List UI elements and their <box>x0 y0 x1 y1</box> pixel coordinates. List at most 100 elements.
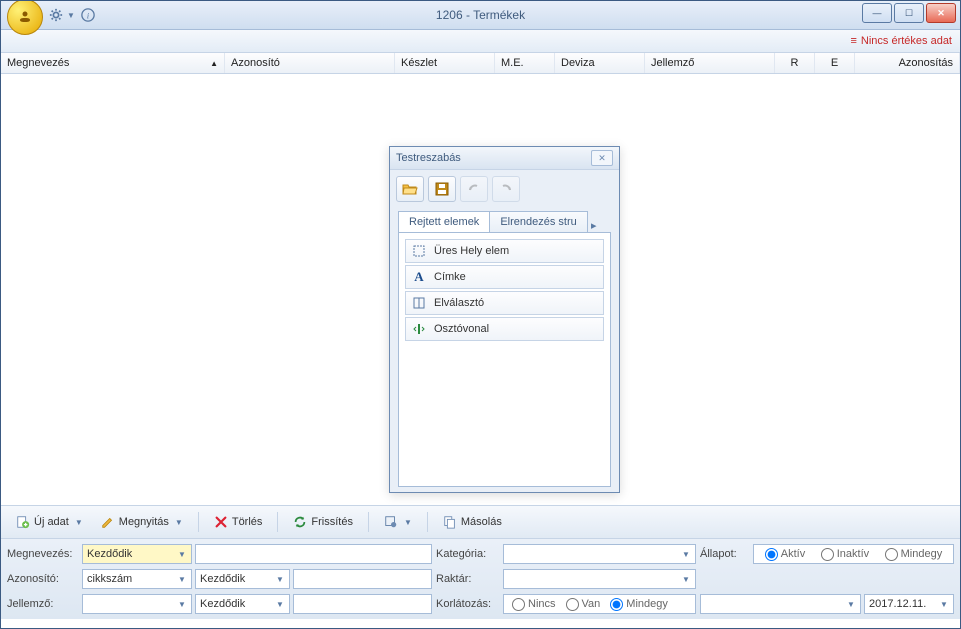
separator <box>368 512 369 532</box>
col-r[interactable]: R <box>775 53 815 73</box>
jellemzo-mode-combo[interactable]: Kezdődik▼ <box>195 594 290 614</box>
dialog-close-button[interactable]: ✕ <box>591 150 613 166</box>
col-jellemzo[interactable]: Jellemző <box>645 53 775 73</box>
separator-icon <box>412 296 426 310</box>
megnevezes-label: Megnevezés: <box>7 548 79 560</box>
chevron-down-icon: ▼ <box>844 597 858 611</box>
tools-icon <box>384 515 398 529</box>
save-button[interactable] <box>428 176 456 202</box>
new-button[interactable]: Új adat ▼ <box>9 511 90 533</box>
allapot-inaktiv-radio[interactable]: Inaktív <box>821 548 869 561</box>
dialog-body: Üres Hely elem A Címke Elválasztó Osztóv… <box>398 232 611 487</box>
azonosito-mode-combo[interactable]: Kezdődik▼ <box>195 569 290 589</box>
extra-combo[interactable]: ▼ <box>700 594 861 614</box>
window-title: 1206 - Termékek <box>1 8 960 22</box>
azonosito-value-input[interactable] <box>293 569 432 589</box>
action-toolbar: Új adat ▼ Megnyitás ▼ Törlés Frissítés ▼… <box>1 505 960 539</box>
open-button[interactable]: Megnyitás ▼ <box>94 511 190 533</box>
hidden-item-separator[interactable]: Elválasztó <box>405 291 604 315</box>
svg-text:i: i <box>87 11 90 21</box>
col-me[interactable]: M.E. <box>495 53 555 73</box>
chevron-down-icon: ▼ <box>175 572 189 586</box>
tab-layout-tree[interactable]: Elrendezés stru <box>489 211 587 232</box>
chevron-down-icon: ▼ <box>175 518 183 527</box>
chevron-down-icon: ▼ <box>937 597 951 611</box>
refresh-button[interactable]: Frissítés <box>286 511 360 533</box>
allapot-aktiv-radio[interactable]: Aktív <box>765 548 805 561</box>
filter-panel: Megnevezés: Kezdődik▼ Azonosító: cikkszá… <box>1 539 960 619</box>
save-icon <box>435 182 449 196</box>
col-megnevezes[interactable]: Megnevezés▲ <box>1 53 225 73</box>
chevron-down-icon: ▼ <box>679 572 693 586</box>
copy-button[interactable]: Másolás <box>436 511 509 533</box>
raktar-combo[interactable]: ▼ <box>503 569 696 589</box>
hidden-item-empty[interactable]: Üres Hely elem <box>405 239 604 263</box>
main-window: ▼ i 1206 - Termékek — ☐ ✕ ≡ Nincs értéke… <box>0 0 961 629</box>
col-deviza[interactable]: Deviza <box>555 53 645 73</box>
raktar-label: Raktár: <box>436 573 500 585</box>
kategoria-label: Kategória: <box>436 548 500 560</box>
kategoria-combo[interactable]: ▼ <box>503 544 696 564</box>
tab-scroll-right[interactable]: ▸ <box>587 219 601 232</box>
label-icon: A <box>412 270 426 284</box>
delete-button[interactable]: Törlés <box>207 511 270 533</box>
gear-icon <box>49 8 63 22</box>
col-azonositas[interactable]: Azonosítás <box>855 53 960 73</box>
redo-icon <box>499 182 513 196</box>
minimize-button[interactable]: — <box>862 3 892 23</box>
megnevezes-mode-combo[interactable]: Kezdődik▼ <box>82 544 192 564</box>
dialog-toolbar <box>390 170 619 208</box>
customize-dialog: Testreszabás ✕ Rejtett elemek Elrendezés… <box>389 146 620 493</box>
tab-hidden-items[interactable]: Rejtett elemek <box>398 211 490 232</box>
col-e[interactable]: E <box>815 53 855 73</box>
korlatozas-label: Korlátozás: <box>436 598 500 610</box>
chevron-down-icon: ▼ <box>679 547 693 561</box>
col-azonosito[interactable]: Azonosító <box>225 53 395 73</box>
allapot-mindegy-radio[interactable]: Mindegy <box>885 548 943 561</box>
dialog-tabs: Rejtett elemek Elrendezés stru ▸ <box>390 208 619 232</box>
open-folder-button[interactable] <box>396 176 424 202</box>
jellemzo-label: Jellemző: <box>7 598 79 610</box>
hidden-item-label[interactable]: A Címke <box>405 265 604 289</box>
dialog-title: Testreszabás <box>396 152 461 164</box>
hidden-item-splitter[interactable]: Osztóvonal <box>405 317 604 341</box>
delete-icon <box>214 515 228 529</box>
dialog-titlebar[interactable]: Testreszabás ✕ <box>390 147 619 170</box>
copy-icon <box>443 515 457 529</box>
settings-dropdown[interactable]: ▼ <box>49 8 75 22</box>
chevron-down-icon: ▼ <box>75 518 83 527</box>
close-button[interactable]: ✕ <box>926 3 956 23</box>
separator <box>427 512 428 532</box>
folder-open-icon <box>402 182 418 196</box>
sort-asc-icon: ▲ <box>210 59 218 68</box>
korl-nincs-radio[interactable]: Nincs <box>512 598 556 611</box>
chevron-down-icon: ▼ <box>67 11 75 20</box>
undo-icon <box>467 182 481 196</box>
splitter-icon <box>412 322 426 336</box>
grid-column-headers: Megnevezés▲ Azonosító Készlet M.E. Deviz… <box>1 53 960 74</box>
chevron-down-icon: ▼ <box>175 597 189 611</box>
maximize-button[interactable]: ☐ <box>894 3 924 23</box>
col-keszlet[interactable]: Készlet <box>395 53 495 73</box>
tools-dropdown[interactable]: ▼ <box>377 511 419 533</box>
korl-van-radio[interactable]: Van <box>566 598 601 611</box>
refresh-icon <box>293 515 307 529</box>
date-picker[interactable]: 2017.12.11.▼ <box>864 594 954 614</box>
info-icon[interactable]: i <box>81 8 95 22</box>
megnevezes-value-input[interactable] <box>195 544 432 564</box>
undo-button[interactable] <box>460 176 488 202</box>
korl-mindegy-radio[interactable]: Mindegy <box>610 598 668 611</box>
app-logo[interactable] <box>7 0 43 35</box>
chevron-down-icon: ▼ <box>175 547 189 561</box>
separator <box>277 512 278 532</box>
jellemzo-value-input[interactable] <box>293 594 432 614</box>
chevron-down-icon: ▼ <box>273 572 287 586</box>
jellemzo-type-combo[interactable]: ▼ <box>82 594 192 614</box>
empty-item-icon <box>412 244 426 258</box>
allapot-label: Állapot: <box>700 548 750 560</box>
separator <box>198 512 199 532</box>
redo-button[interactable] <box>492 176 520 202</box>
azonosito-type-combo[interactable]: cikkszám▼ <box>82 569 192 589</box>
edit-icon <box>101 515 115 529</box>
chevron-down-icon: ▼ <box>273 597 287 611</box>
